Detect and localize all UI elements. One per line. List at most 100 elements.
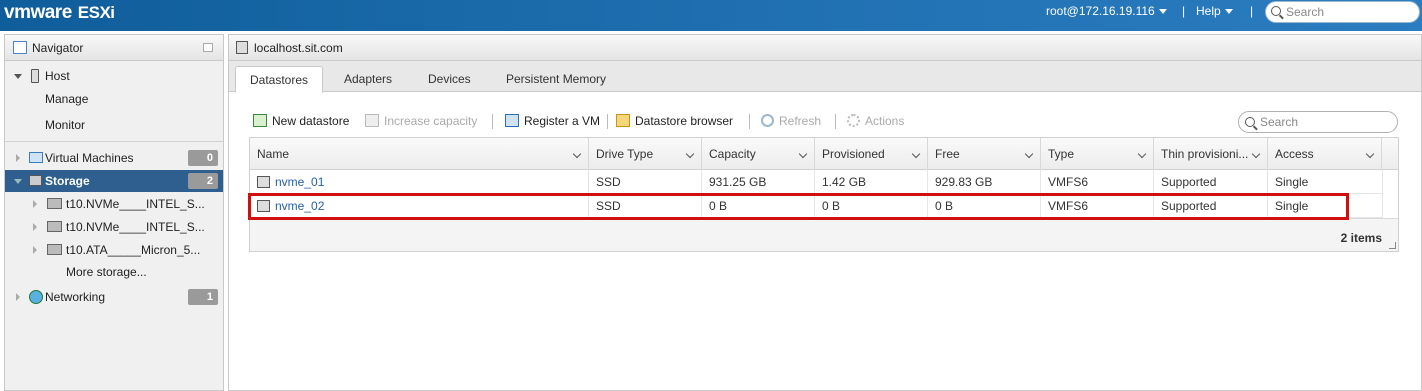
chevron-down-icon[interactable]	[911, 149, 921, 159]
cell-type: VMFS6	[1041, 194, 1154, 218]
increase-capacity-icon	[365, 114, 379, 127]
nav-item-host[interactable]: Host	[5, 65, 223, 87]
search-icon	[1271, 6, 1281, 16]
folder-search-icon	[616, 114, 630, 127]
nav-item-storage-device[interactable]: t10.NVMe____INTEL_S...	[5, 193, 223, 215]
nav-item-networking[interactable]: Networking 1	[5, 286, 223, 308]
nav-item-manage[interactable]: Manage	[5, 88, 223, 110]
nav-item-virtual-machines[interactable]: Virtual Machines 0	[5, 147, 223, 169]
top-bar: vmware ESXi root@172.16.19.116 | Help | S…	[0, 0, 1422, 31]
storage-icon	[29, 175, 42, 186]
navigator-panel: Navigator Host Manage Monitor Virtual Ma…	[4, 34, 224, 391]
column-header-capacity[interactable]: Capacity	[702, 138, 815, 170]
chevron-down-icon[interactable]	[685, 149, 695, 159]
resize-handle-icon[interactable]	[1389, 242, 1396, 249]
grid-scrollbar[interactable]	[1382, 170, 1398, 218]
datastore-name-link[interactable]: nvme_02	[275, 199, 324, 213]
expand-arrow-icon[interactable]	[16, 293, 20, 301]
datastore-icon	[257, 176, 270, 188]
column-header-name[interactable]: Name	[250, 138, 589, 170]
main-header: localhost.sit.com	[229, 35, 1421, 61]
new-datastore-button[interactable]: New datastore	[253, 111, 349, 131]
cell-free: 929.83 GB	[928, 170, 1041, 194]
chevron-down-icon	[1158, 9, 1167, 15]
grid-header: Name Drive Type Capacity Provisioned Fre…	[250, 138, 1398, 170]
chevron-down-icon	[1224, 9, 1233, 15]
search-icon	[1245, 117, 1255, 127]
chevron-down-icon[interactable]	[1024, 149, 1034, 159]
help-menu[interactable]: Help	[1196, 4, 1233, 18]
nav-item-storage-device[interactable]: t10.ATA_____Micron_5...	[5, 239, 223, 261]
datastore-browser-button[interactable]: Datastore browser	[616, 111, 733, 131]
register-vm-button[interactable]: Register a VM	[505, 111, 600, 131]
top-separator: |	[1250, 4, 1254, 18]
cell-free: 0 B	[928, 194, 1041, 218]
server-icon	[236, 41, 248, 54]
cell-drive-type: SSD	[589, 170, 702, 194]
refresh-button[interactable]: Refresh	[761, 111, 821, 131]
divider	[5, 141, 223, 142]
navigator-title: Navigator	[32, 41, 84, 55]
minimize-icon[interactable]	[203, 43, 213, 52]
column-header-free[interactable]: Free	[928, 138, 1041, 170]
top-separator: |	[1182, 4, 1186, 18]
globe-icon	[29, 290, 43, 304]
cell-access: Single	[1275, 199, 1309, 213]
actions-button[interactable]: Actions	[847, 111, 904, 131]
nav-item-storage-device[interactable]: t10.NVMe____INTEL_S...	[5, 216, 223, 238]
toolbar-separator	[749, 114, 750, 129]
tab-datastores[interactable]: Datastores	[235, 66, 324, 93]
cell-capacity: 0 B	[702, 194, 815, 218]
host-icon	[31, 69, 39, 83]
chevron-down-icon[interactable]	[1137, 149, 1147, 159]
user-menu[interactable]: root@172.16.19.116	[1046, 4, 1167, 18]
item-count: 2 items	[1340, 231, 1382, 245]
expand-arrow-icon[interactable]	[33, 223, 37, 231]
tab-persistent-memory[interactable]: Persistent Memory	[492, 66, 620, 92]
page-title: localhost.sit.com	[254, 41, 343, 55]
gear-icon	[847, 114, 860, 127]
virtual-machine-icon	[29, 152, 43, 163]
register-vm-icon	[505, 114, 519, 127]
expand-arrow-icon[interactable]	[16, 154, 20, 162]
table-row[interactable]: nvme_01 SSD 931.25 GB 1.42 GB 929.83 GB …	[250, 170, 1382, 194]
count-badge: 0	[188, 150, 218, 166]
datastore-search-input[interactable]: Search	[1238, 111, 1398, 133]
nav-item-storage[interactable]: Storage 2	[5, 170, 223, 192]
datastore-grid: Name Drive Type Capacity Provisioned Fre…	[249, 137, 1399, 252]
nav-item-monitor[interactable]: Monitor	[5, 114, 223, 136]
chevron-down-icon[interactable]	[572, 149, 582, 159]
column-header-type[interactable]: Type	[1041, 138, 1154, 170]
column-header-drive-type[interactable]: Drive Type	[589, 138, 702, 170]
expand-arrow-icon[interactable]	[14, 74, 22, 79]
chevron-down-icon[interactable]	[1251, 149, 1261, 159]
column-header-provisioned[interactable]: Provisioned	[815, 138, 928, 170]
navigator-icon	[13, 41, 27, 54]
chevron-down-icon[interactable]	[798, 149, 808, 159]
expand-arrow-icon[interactable]	[33, 246, 37, 254]
main-panel: localhost.sit.com Datastores Adapters De…	[228, 34, 1422, 391]
column-header-thin-provisioning[interactable]: Thin provisioni...	[1154, 138, 1268, 170]
tab-adapters[interactable]: Adapters	[330, 66, 406, 92]
expand-arrow-icon[interactable]	[33, 200, 37, 208]
nav-item-more-storage[interactable]: More storage...	[5, 261, 223, 283]
tab-devices[interactable]: Devices	[414, 66, 485, 92]
toolbar-separator	[607, 114, 608, 129]
toolbar-separator	[492, 114, 493, 129]
new-datastore-icon	[253, 114, 267, 127]
cell-provisioned: 1.42 GB	[815, 170, 928, 194]
navigator-header: Navigator	[5, 35, 223, 61]
chevron-down-icon[interactable]	[1365, 149, 1375, 159]
cell-thin-provisioning: Supported	[1154, 170, 1268, 194]
column-header-access[interactable]: Access	[1268, 138, 1382, 170]
increase-capacity-button[interactable]: Increase capacity	[365, 111, 477, 131]
cell-capacity: 931.25 GB	[702, 170, 815, 194]
global-search-input[interactable]: Search	[1265, 1, 1420, 23]
table-row[interactable]: nvme_02 SSD 0 B 0 B 0 B VMFS6 Supported …	[250, 194, 1382, 218]
toolbar-separator	[835, 114, 836, 129]
refresh-icon	[761, 114, 774, 127]
datastore-name-link[interactable]: nvme_01	[275, 175, 324, 189]
expand-arrow-icon[interactable]	[14, 179, 22, 184]
disk-icon	[47, 221, 62, 232]
tab-bar: Datastores Adapters Devices Persistent M…	[229, 61, 1421, 93]
